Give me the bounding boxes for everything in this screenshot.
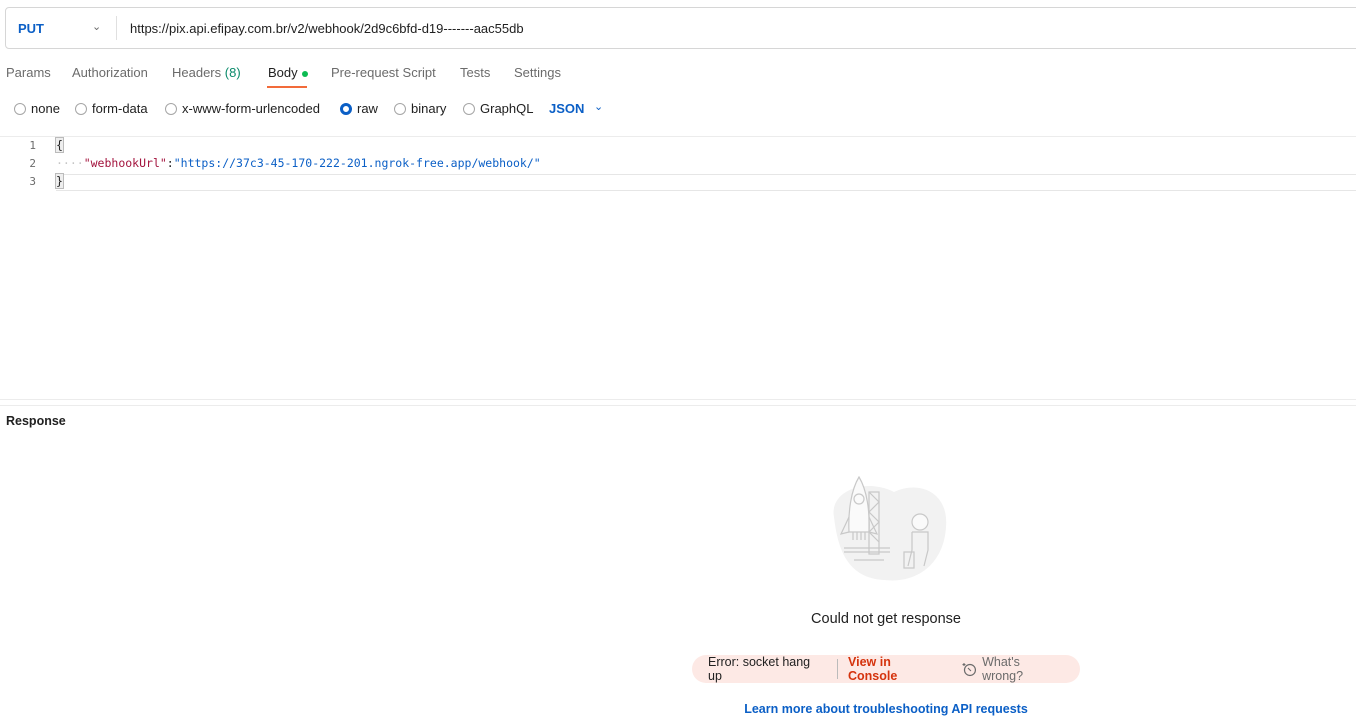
pane-divider <box>0 405 1356 406</box>
json-value: "https://37c3-45-170-222-201.ngrok-free.… <box>173 156 541 170</box>
radio-label: form-data <box>92 101 148 116</box>
line-number: 3 <box>29 175 36 188</box>
radio-raw[interactable]: raw <box>340 101 378 116</box>
tab-params[interactable]: Params <box>6 65 51 80</box>
rocket-astronaut-illustration <box>833 475 947 581</box>
line-number: 1 <box>29 139 36 152</box>
radio-label: raw <box>357 101 378 116</box>
current-line-highlight <box>56 174 1356 191</box>
code-line-1[interactable]: { <box>55 137 64 153</box>
code-line-2[interactable]: ····"webhookUrl":"https://37c3-45-170-22… <box>56 156 541 170</box>
editor-border <box>0 136 1356 137</box>
radio-binary[interactable]: binary <box>394 101 446 116</box>
divider <box>116 16 117 40</box>
radio-form-data[interactable]: form-data <box>75 101 148 116</box>
radio-selected-icon <box>340 102 352 115</box>
tab-body[interactable]: Body <box>268 65 308 80</box>
method-select[interactable]: PUT <box>18 21 44 36</box>
tab-authorization[interactable]: Authorization <box>72 65 148 80</box>
radio-label: x-www-form-urlencoded <box>182 101 320 116</box>
format-select[interactable]: JSON <box>549 101 584 116</box>
tab-pre-request-script[interactable]: Pre-request Script <box>331 65 436 80</box>
tab-headers[interactable]: Headers (8) <box>172 65 241 80</box>
tab-tests[interactable]: Tests <box>460 65 490 80</box>
url-bar: PUT ⌄ https://pix.api.efipay.com.br/v2/w… <box>5 7 1356 49</box>
active-tab-indicator <box>267 86 307 88</box>
radio-label: binary <box>411 101 447 116</box>
close-brace: } <box>55 173 64 189</box>
tab-headers-label: Headers <box>172 65 222 80</box>
whats-wrong-button[interactable]: What's wrong? <box>961 655 1064 683</box>
radio-icon <box>394 102 406 115</box>
radio-graphql[interactable]: GraphQL <box>463 101 533 116</box>
radio-none[interactable]: none <box>14 101 60 116</box>
ai-sparkle-icon <box>962 663 977 677</box>
divider <box>836 659 838 679</box>
learn-more-link[interactable]: Learn more about troubleshooting API req… <box>0 702 1356 716</box>
line-number: 2 <box>29 157 36 170</box>
view-in-console-button[interactable]: View in Console <box>848 655 943 683</box>
url-input[interactable]: https://pix.api.efipay.com.br/v2/webhook… <box>130 21 524 36</box>
whats-wrong-label: What's wrong? <box>982 655 1024 683</box>
radio-icon <box>165 102 177 115</box>
no-response-message: Could not get response <box>811 611 961 627</box>
chevron-down-icon[interactable]: ⌄ <box>594 100 603 113</box>
headers-count: (8) <box>224 65 241 80</box>
radio-icon <box>14 102 26 115</box>
pane-divider[interactable] <box>0 399 1356 400</box>
open-brace: { <box>55 137 64 153</box>
error-text: Error: socket hang up <box>708 655 811 683</box>
tab-body-label: Body <box>268 65 298 80</box>
json-key: "webhookUrl" <box>83 156 167 170</box>
chevron-down-icon[interactable]: ⌄ <box>92 20 101 33</box>
radio-x-www-form-urlencoded[interactable]: x-www-form-urlencoded <box>165 101 320 116</box>
indent-marker: ···· <box>56 156 84 170</box>
tab-settings[interactable]: Settings <box>514 65 561 80</box>
radio-icon <box>463 102 475 115</box>
error-banner: Error: socket hang up View in Console Wh… <box>692 655 1080 683</box>
json-colon: : <box>166 156 174 170</box>
response-title: Response <box>6 414 66 428</box>
radio-label: GraphQL <box>480 101 534 116</box>
radio-label: none <box>31 101 60 116</box>
radio-icon <box>75 102 87 115</box>
modified-dot-icon <box>301 70 308 77</box>
code-line-3[interactable]: } <box>55 173 64 189</box>
